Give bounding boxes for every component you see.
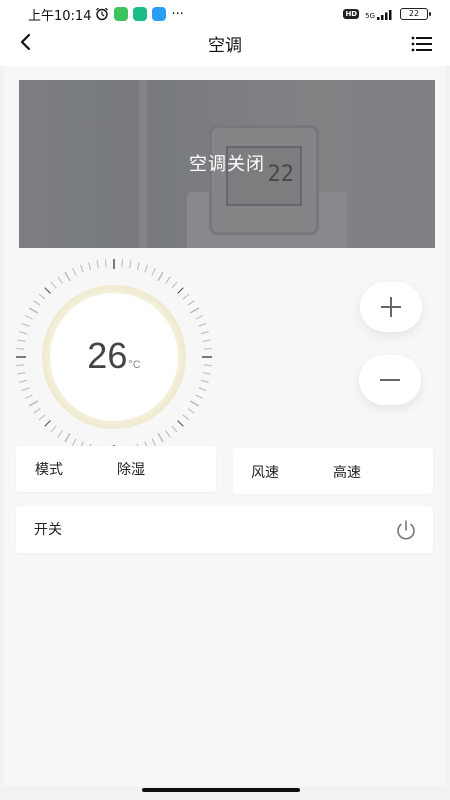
dial-tick [195, 394, 204, 399]
dial-tick [200, 379, 209, 383]
dial-tick [177, 287, 184, 294]
dial-tick [171, 425, 178, 433]
plus-icon [381, 297, 401, 317]
mode-value: 除湿 [117, 462, 145, 478]
dial-tick [44, 287, 51, 294]
dial-tick [182, 293, 190, 300]
dial-tick [19, 379, 28, 383]
dial-tick [136, 262, 140, 271]
dial-tick [57, 430, 63, 438]
hd-badge: HD [343, 9, 360, 19]
dial-tick [64, 432, 71, 443]
dial-tick [28, 307, 39, 314]
more-indicator: ··· [171, 6, 184, 22]
app-icon [133, 7, 148, 21]
fan-speed-card[interactable]: 风速 高速 [233, 448, 433, 494]
dial-tick [72, 267, 77, 276]
nav-bar: 空调 [0, 28, 450, 66]
dial-tick [182, 414, 190, 421]
battery-indicator: 22 [400, 8, 431, 20]
dial-tick [38, 414, 46, 421]
network-type: 5G [365, 11, 375, 20]
dial-tick [151, 267, 156, 276]
status-icons: ··· [95, 6, 184, 22]
home-indicator[interactable] [142, 788, 300, 792]
dial-tick [144, 264, 148, 273]
dial-tick [189, 307, 200, 314]
power-label: 开关 [34, 522, 62, 538]
dial-tick [129, 260, 132, 269]
dial-tick [33, 300, 41, 306]
dial-tick [198, 387, 207, 391]
temperature-unit: °C [128, 359, 141, 371]
dial-tick [38, 293, 46, 300]
signal-icon [377, 9, 392, 20]
menu-button[interactable] [410, 32, 436, 58]
dial-tick [24, 315, 33, 320]
status-right: HD 5G 22 [343, 8, 431, 20]
app-icon [152, 7, 167, 21]
dial-tick [50, 281, 57, 289]
dial-tick [157, 271, 164, 282]
status-time: 上午10:14 [28, 8, 92, 24]
power-icon [397, 520, 415, 540]
dial-tick [189, 400, 200, 407]
page-title: 空调 [208, 36, 242, 56]
dial-tick [151, 438, 156, 447]
dial-tick [72, 438, 77, 447]
dial-tick [104, 259, 107, 268]
device-banner: 22 空调关闭 [19, 80, 435, 248]
dial-tick [33, 408, 41, 414]
dial-tick [171, 281, 178, 289]
dial-tick [50, 425, 57, 433]
power-card[interactable]: 开关 [16, 506, 433, 553]
alarm-icon [96, 7, 109, 21]
dial-tick [24, 394, 33, 399]
status-bar: 上午10:14 ··· HD 5G 22 [0, 0, 450, 28]
dial-tick [198, 323, 207, 327]
signal-group: 5G [365, 9, 394, 20]
dial-tick [96, 260, 99, 269]
ac-status-text: 空调关闭 [189, 154, 265, 175]
fan-speed-label: 风速 [251, 465, 279, 481]
decrease-temp-button[interactable] [359, 355, 421, 405]
dial-tick [200, 331, 209, 335]
dial-tick [57, 276, 63, 284]
temperature-dial[interactable]: 26°C [9, 252, 219, 462]
dial-tick [157, 432, 164, 443]
list-menu-icon [411, 36, 432, 52]
temperature-display: 26°C [9, 335, 219, 377]
increase-temp-button[interactable] [360, 282, 422, 332]
temperature-value: 26 [87, 335, 128, 376]
minus-icon [380, 379, 400, 381]
dial-tick [64, 271, 71, 282]
fan-speed-value: 高速 [333, 465, 361, 481]
dial-tick [21, 387, 30, 391]
main-content: 22 空调关闭 26°C [4, 66, 446, 786]
mode-card[interactable]: 模式 除湿 [16, 446, 216, 492]
dial-tick [19, 331, 28, 335]
dial-tick [195, 315, 204, 320]
dial-tick [88, 262, 92, 271]
dial-tick [80, 264, 84, 273]
dial-tick [165, 276, 171, 284]
power-toggle[interactable] [394, 518, 418, 542]
dial-tick [187, 408, 195, 414]
wechat-icon [114, 7, 129, 21]
mode-label: 模式 [35, 462, 63, 478]
dial-tick [28, 400, 39, 407]
dial-tick [165, 430, 171, 438]
dial-tick [21, 323, 30, 327]
dial-tick [177, 420, 184, 427]
dial-tick [187, 300, 195, 306]
dial-tick [121, 259, 124, 268]
dial-tick [44, 420, 51, 427]
